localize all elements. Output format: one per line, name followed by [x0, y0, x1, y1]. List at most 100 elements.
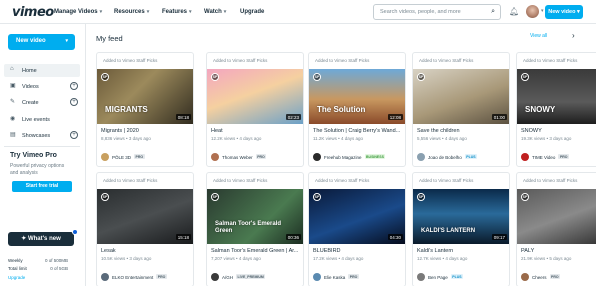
video-thumbnail[interactable]: SP 15:18 — [97, 189, 193, 244]
membership-badge: PLUS — [450, 274, 464, 279]
video-title[interactable]: The Solution | Craig Berry's Wand... — [313, 128, 405, 134]
video-owner[interactable]: TIME Video PRO — [521, 153, 596, 162]
video-thumbnail[interactable]: SP The Solution 12:08 — [309, 69, 405, 124]
video-thumbnail[interactable]: SP KALDI'S LANTERN 09:17 — [413, 189, 509, 244]
staff-pick-icon: SP — [211, 193, 219, 201]
staff-pick-icon: SP — [313, 193, 321, 201]
card-added-label: Added to Vimeo Staff Picks — [523, 178, 578, 183]
sidebar-item-create[interactable]: ✎ Create + — [4, 96, 80, 109]
owner-name: PÔLE 3D — [112, 154, 132, 160]
video-title[interactable]: PALY — [521, 248, 596, 254]
video-duration: 15:18 — [175, 234, 191, 240]
video-thumbnail[interactable]: SP 02:23 — [207, 69, 303, 124]
video-card[interactable]: Added to Vimeo Staff Picks SP 04:30 BLUE… — [308, 172, 406, 286]
video-thumbnail[interactable]: SP — [517, 189, 596, 244]
owner-name: ELKO Entertainment — [112, 274, 154, 280]
video-owner[interactable]: Joao de Bobelho PLUS — [417, 153, 509, 162]
chevron-down-icon: ▾ — [189, 9, 192, 15]
whats-new-button[interactable]: ✦ What's new — [8, 232, 74, 246]
video-card[interactable]: Added to Vimeo Staff Picks SP MIGRANTS 0… — [96, 52, 194, 167]
top-navigation-bar: vimeo Manage Videos ▾ Resources ▾ Features… — [0, 0, 596, 24]
video-title[interactable]: Migrants | 2020 — [101, 128, 193, 134]
create-icon: ✎ — [10, 99, 16, 105]
video-card[interactable]: Added to Vimeo Staff Picks SP PALY 21.9K… — [516, 172, 596, 286]
pro-description: Powerful privacy options and analysis — [10, 163, 65, 176]
chevron-down-icon: ▾ — [223, 9, 227, 15]
video-owner[interactable]: PÔLE 3D PRO — [101, 153, 193, 162]
sidebar-item-live-events[interactable]: ◉ Live events — [4, 113, 80, 126]
video-card[interactable]: Added to Vimeo Staff Picks SP SNOWY SNOW… — [516, 52, 596, 167]
video-title[interactable]: Heat — [211, 128, 303, 134]
add-showcase-icon[interactable]: + — [70, 131, 78, 139]
video-meta: 8,836 views • 3 days ago — [101, 136, 151, 141]
video-owner[interactable]: Freehub Magazine BUSINESS — [313, 153, 405, 162]
weekly-quota: Weekly 0 of 500MB — [8, 258, 68, 263]
video-meta: 12.7K views • 4 days ago — [417, 256, 468, 261]
video-title[interactable]: Salman Toor's Emerald Green | Ar... — [211, 248, 303, 254]
nav-resources[interactable]: Resources ▾ — [114, 9, 149, 15]
video-title[interactable]: Lesak — [101, 248, 193, 254]
staff-pick-icon: SP — [417, 193, 425, 201]
upgrade-link[interactable]: Upgrade — [8, 275, 25, 280]
sidebar-item-videos[interactable]: ▣ Videos + — [4, 80, 80, 93]
video-thumbnail[interactable]: SP SNOWY — [517, 69, 596, 124]
add-video-icon[interactable]: + — [70, 82, 78, 90]
divider — [4, 146, 80, 147]
sidebar-item-showcases[interactable]: ▤ Showcases + — [4, 129, 80, 142]
video-duration: 12:08 — [387, 114, 403, 120]
nav-watch[interactable]: Watch ▾ — [204, 9, 226, 15]
page-title: My feed — [96, 34, 123, 43]
chevron-down-icon: ▾ — [99, 9, 103, 15]
video-owner[interactable]: Thomas Weber PRO — [211, 153, 303, 162]
video-owner[interactable]: Cheers PRO — [521, 273, 596, 282]
vimeo-logo[interactable]: vimeo — [12, 5, 54, 20]
video-title[interactable]: SNOWY — [521, 128, 596, 134]
card-added-label: Added to Vimeo Staff Picks — [103, 178, 158, 183]
membership-badge: PRO — [558, 154, 570, 159]
video-title[interactable]: Save the children — [417, 128, 509, 134]
pro-title: Try Vimeo Pro — [10, 152, 57, 159]
avatar[interactable] — [526, 5, 539, 18]
chevron-down-icon[interactable]: ▾ — [541, 8, 544, 14]
sidebar-new-video-button[interactable]: New video ▾ — [8, 34, 75, 50]
video-owner[interactable]: Elie Kaska PRO — [313, 273, 405, 282]
nav-features[interactable]: Features ▾ — [162, 9, 192, 15]
video-thumbnail[interactable]: SP 01:00 — [413, 69, 509, 124]
staff-pick-icon: SP — [101, 193, 109, 201]
nav-upgrade[interactable]: Upgrade — [240, 9, 264, 15]
video-card[interactable]: Added to Vimeo Staff Picks SP 01:00 Save… — [412, 52, 510, 167]
video-owner[interactable]: ELKO Entertainment PRO — [101, 273, 193, 282]
video-thumbnail[interactable]: SP Salman Toor's Emerald Green 00:36 — [207, 189, 303, 244]
video-card[interactable]: Added to Vimeo Staff Picks SP Salman Too… — [206, 172, 304, 286]
search-input[interactable]: Search videos, people, and more ⌕ — [373, 4, 501, 20]
new-video-button[interactable]: New video ▾ — [545, 5, 583, 19]
video-title[interactable]: Kaldi's Lantern — [417, 248, 509, 254]
staff-pick-icon: SP — [417, 73, 425, 81]
video-card[interactable]: Added to Vimeo Staff Picks SP 02:23 Heat… — [206, 52, 304, 167]
chevron-right-icon[interactable]: › — [572, 31, 575, 40]
start-free-trial-button[interactable]: Start free trial — [12, 181, 72, 192]
total-quota: Total limit 0 of 5GB — [8, 266, 68, 271]
video-thumbnail[interactable]: SP 04:30 — [309, 189, 405, 244]
membership-badge: BUSINESS — [364, 154, 386, 159]
add-create-icon[interactable]: + — [70, 98, 78, 106]
video-owner[interactable]: A/GH LIVE_PREMIUM — [211, 273, 303, 282]
video-thumbnail[interactable]: SP MIGRANTS 08:18 — [97, 69, 193, 124]
owner-name: Thomas Weber — [222, 154, 253, 160]
video-title[interactable]: BLUEBIRD — [313, 248, 405, 254]
nav-manage-videos[interactable]: Manage Videos ▾ — [54, 9, 102, 15]
notification-bell-icon[interactable]: 🔔︎ — [509, 7, 519, 16]
video-card[interactable]: Added to Vimeo Staff Picks SP KALDI'S LA… — [412, 172, 510, 286]
search-icon[interactable]: ⌕ — [491, 8, 495, 16]
view-all-link[interactable]: View all — [530, 33, 547, 39]
notification-dot — [72, 229, 78, 235]
owner-avatar — [211, 273, 219, 281]
video-card[interactable]: Added to Vimeo Staff Picks SP 15:18 Lesa… — [96, 172, 194, 286]
owner-name: Joao de Bobelho — [428, 154, 462, 160]
sidebar-item-home[interactable]: ⌂ Home — [4, 64, 80, 77]
thumbnail-title-text: SNOWY — [525, 104, 556, 114]
owner-avatar — [101, 273, 109, 281]
video-card[interactable]: Added to Vimeo Staff Picks SP The Soluti… — [308, 52, 406, 167]
video-owner[interactable]: Ben Page PLUS — [417, 273, 509, 282]
video-duration: 09:17 — [491, 234, 507, 240]
